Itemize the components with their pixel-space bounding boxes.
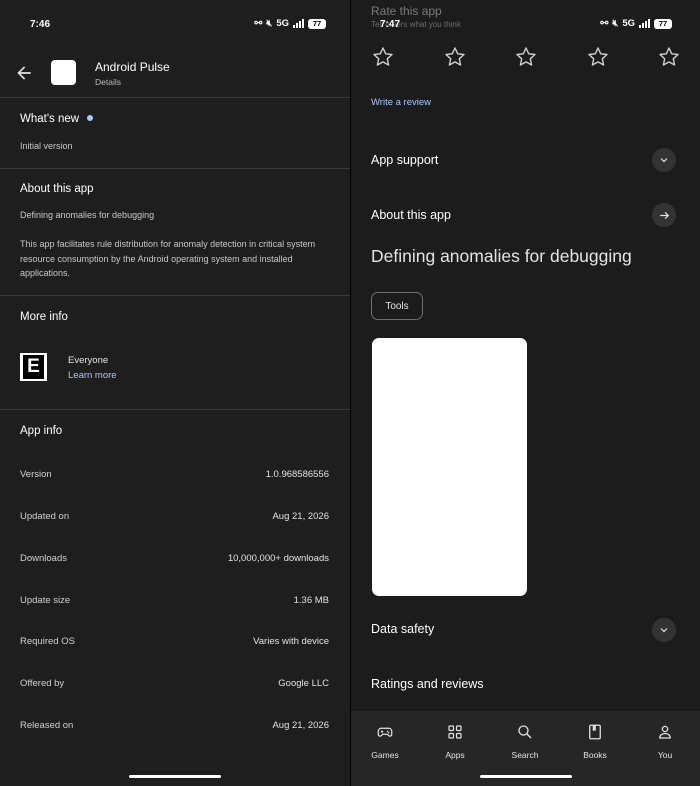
status-time: 7:46 <box>30 19 51 30</box>
rating-letter: E <box>23 355 44 379</box>
apps-grid-icon <box>448 725 462 739</box>
write-review-link[interactable]: Write a review <box>371 97 431 108</box>
link-icon: ⚯ <box>600 18 609 29</box>
star-icon[interactable] <box>586 45 610 69</box>
link-icon: ⚯ <box>254 18 263 29</box>
info-row-update-size: Update size 1.36 MB <box>20 595 329 606</box>
about-description: This app facilitates rule distribution f… <box>20 239 316 278</box>
divider <box>0 295 350 296</box>
divider <box>0 409 350 410</box>
about-app-heading[interactable]: About this app <box>371 208 451 222</box>
status-time: 7:47 <box>380 19 401 30</box>
whats-new-title: What's new <box>20 113 94 125</box>
ratings-reviews-heading[interactable]: Ratings and reviews <box>371 677 484 691</box>
gesture-bar[interactable] <box>129 775 221 778</box>
app-screenshot[interactable] <box>372 338 527 596</box>
status-icons: ⚯ 🔇︎ 5G 77 <box>254 18 326 29</box>
chevron-down-icon <box>660 158 668 163</box>
star-icon[interactable] <box>443 45 467 69</box>
header-subtitle: Details <box>95 77 121 87</box>
info-row-required-os: Required OS Varies with device <box>20 636 329 647</box>
app-listing-screen: Rate this app Tell others what you think… <box>351 0 700 786</box>
star-icon[interactable] <box>514 45 538 69</box>
app-icon <box>51 60 76 85</box>
info-label: Update size <box>20 595 71 606</box>
info-value: Aug 21, 2026 <box>272 511 329 522</box>
info-row-downloads: Downloads 10,000,000+ downloads <box>20 553 329 564</box>
info-label: Downloads <box>20 553 67 564</box>
info-row-version: Version 1.0.968586556 <box>20 469 329 480</box>
signal-icon <box>293 19 304 28</box>
info-row-released-on: Released on Aug 21, 2026 <box>20 720 329 731</box>
star-icon[interactable] <box>657 45 681 69</box>
mute-icon: 🔇︎ <box>612 18 619 29</box>
esrb-rating-icon: E <box>20 353 47 381</box>
new-indicator-dot <box>87 114 94 121</box>
app-name: Android Pulse <box>95 60 170 74</box>
nav-games[interactable]: Games <box>360 723 410 760</box>
back-arrow-icon[interactable] <box>14 63 34 83</box>
info-label: Updated on <box>20 511 70 522</box>
chevron-down-icon <box>660 628 668 633</box>
content-rating: Everyone <box>68 355 109 366</box>
mute-icon: 🔇︎ <box>266 18 273 29</box>
info-label: Offered by <box>20 678 65 689</box>
person-icon <box>659 725 671 739</box>
info-label: Version <box>20 469 52 480</box>
info-row-offered-by: Offered by Google LLC <box>20 678 329 689</box>
signal-icon <box>639 19 650 28</box>
info-value: 10,000,000+ downloads <box>227 553 329 564</box>
gesture-bar[interactable] <box>480 775 572 778</box>
battery-icon: 77 <box>308 18 326 29</box>
about-app-arrow-button[interactable] <box>652 203 676 227</box>
whats-new-text: Initial version <box>20 141 73 151</box>
status-icons: ⚯ 🔇︎ 5G 77 <box>600 18 672 29</box>
search-icon <box>518 725 532 739</box>
gamepad-icon <box>377 727 393 737</box>
nav-label: You <box>657 750 673 760</box>
info-label: Required OS <box>20 636 75 647</box>
expand-app-support-button[interactable] <box>652 148 676 172</box>
nav-label: Books <box>583 750 607 760</box>
star-rating-input <box>371 45 681 69</box>
nav-label: Games <box>371 750 399 760</box>
info-row-updated: Updated on Aug 21, 2026 <box>20 511 329 522</box>
divider <box>0 168 350 169</box>
info-value: Varies with device <box>253 636 329 647</box>
nav-you[interactable]: You <box>640 723 690 760</box>
info-label: Released on <box>20 720 74 731</box>
book-icon <box>589 724 601 740</box>
network-type: 5G <box>622 18 635 29</box>
info-value: Aug 21, 2026 <box>272 720 329 731</box>
battery-icon: 77 <box>654 18 672 29</box>
nav-label: Apps <box>445 750 465 760</box>
info-value: Google LLC <box>278 678 329 689</box>
app-details-screen: 7:46 ⚯ 🔇︎ 5G 77 Android Pulse Details Wh… <box>0 0 350 786</box>
network-type: 5G <box>276 18 289 29</box>
about-title: About this app <box>20 183 94 195</box>
details-header: Android Pulse Details <box>0 55 350 95</box>
app-tagline: Defining anomalies for debugging <box>371 246 632 266</box>
nav-books[interactable]: Books <box>570 723 620 760</box>
more-info-title: More info <box>20 311 68 323</box>
nav-apps[interactable]: Apps <box>430 723 480 760</box>
status-bar: 7:46 ⚯ 🔇︎ 5G 77 <box>0 0 350 40</box>
expand-data-safety-button[interactable] <box>652 618 676 642</box>
info-value: 1.0.968586556 <box>265 469 329 480</box>
divider <box>0 97 350 98</box>
info-value: 1.36 MB <box>293 595 329 606</box>
app-info-title: App info <box>20 425 63 437</box>
learn-more-link[interactable]: Learn more <box>68 370 117 381</box>
arrow-right-icon <box>659 211 669 219</box>
data-safety-heading[interactable]: Data safety <box>371 622 434 636</box>
nav-search[interactable]: Search <box>500 723 550 760</box>
app-support-heading[interactable]: App support <box>371 153 438 167</box>
category-chip[interactable]: Tools <box>371 292 423 320</box>
nav-label: Search <box>511 750 539 760</box>
status-bar: 7:47 ⚯ 🔇︎ 5G 77 <box>351 0 700 40</box>
star-icon[interactable] <box>371 45 395 69</box>
about-tagline: Defining anomalies for debugging <box>20 210 155 220</box>
